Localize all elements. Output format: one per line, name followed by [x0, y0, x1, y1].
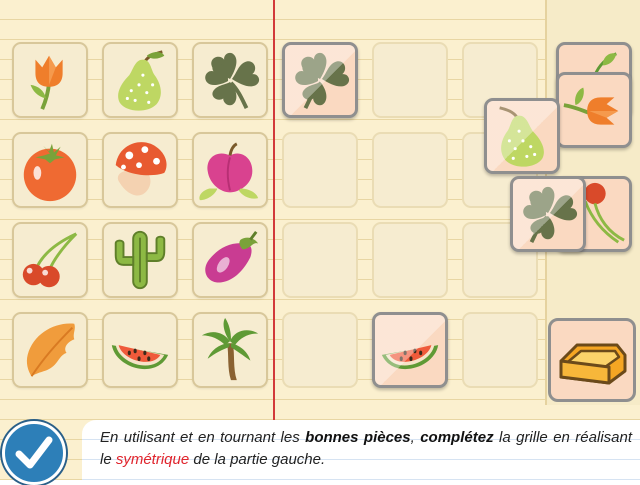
grid-right-cell[interactable] [282, 312, 358, 388]
pieces-tray-button[interactable] [548, 318, 636, 402]
grid-left-tulip [12, 42, 88, 118]
validate-button[interactable] [2, 421, 66, 485]
placed-piece-watermelon[interactable] [372, 312, 448, 388]
stack-piece-tulip[interactable] [556, 72, 632, 148]
leaf-icon [26, 323, 75, 377]
grid-left-peach [192, 132, 268, 208]
tray-icon [559, 343, 627, 385]
grid-right-cell[interactable] [372, 222, 448, 298]
stack-piece-pear[interactable] [484, 98, 560, 174]
piece-sheen [513, 179, 583, 249]
eggplant-icon [205, 230, 259, 283]
grid-right-cell[interactable] [372, 42, 448, 118]
cherry-icon [22, 232, 78, 288]
peach-icon [199, 142, 259, 201]
grid-left-tomato [12, 132, 88, 208]
grid-left-cherry [12, 222, 88, 298]
grid-right-cell[interactable] [372, 132, 448, 208]
grid-right-cell[interactable] [282, 222, 358, 298]
palm-tree-icon [201, 317, 259, 381]
grid-right-cell[interactable] [462, 312, 538, 388]
tomato-icon [23, 143, 77, 202]
grid-right-cell[interactable] [282, 132, 358, 208]
symmetry-axis-line [273, 0, 275, 420]
grid-left-watermelon [102, 312, 178, 388]
instruction-text: En utilisant et en tournant les bonnes p… [100, 429, 633, 468]
instruction-bar: En utilisant et en tournant les bonnes p… [82, 420, 640, 480]
tulip-icon [30, 55, 63, 110]
piece-sheen [285, 45, 355, 115]
pear-icon [118, 50, 165, 111]
piece-sheen [375, 315, 445, 385]
grid-left-cactus [102, 222, 178, 298]
tulip-icon [563, 87, 619, 125]
mushroom-icon [115, 142, 167, 196]
grid-left-eggplant [192, 222, 268, 298]
grid-left-palm [192, 312, 268, 388]
grid-left-clover [192, 42, 268, 118]
grid-left-mushroom [102, 132, 178, 208]
watermelon-icon [111, 345, 169, 370]
grid-left-pear [102, 42, 178, 118]
grid-left-leaf [12, 312, 88, 388]
piece-sheen [487, 101, 557, 171]
checkmark-icon [15, 436, 53, 469]
placed-piece-clover[interactable] [282, 42, 358, 118]
clover-icon [205, 52, 260, 110]
stack-piece-clover[interactable] [510, 176, 586, 252]
cactus-icon [114, 230, 166, 290]
